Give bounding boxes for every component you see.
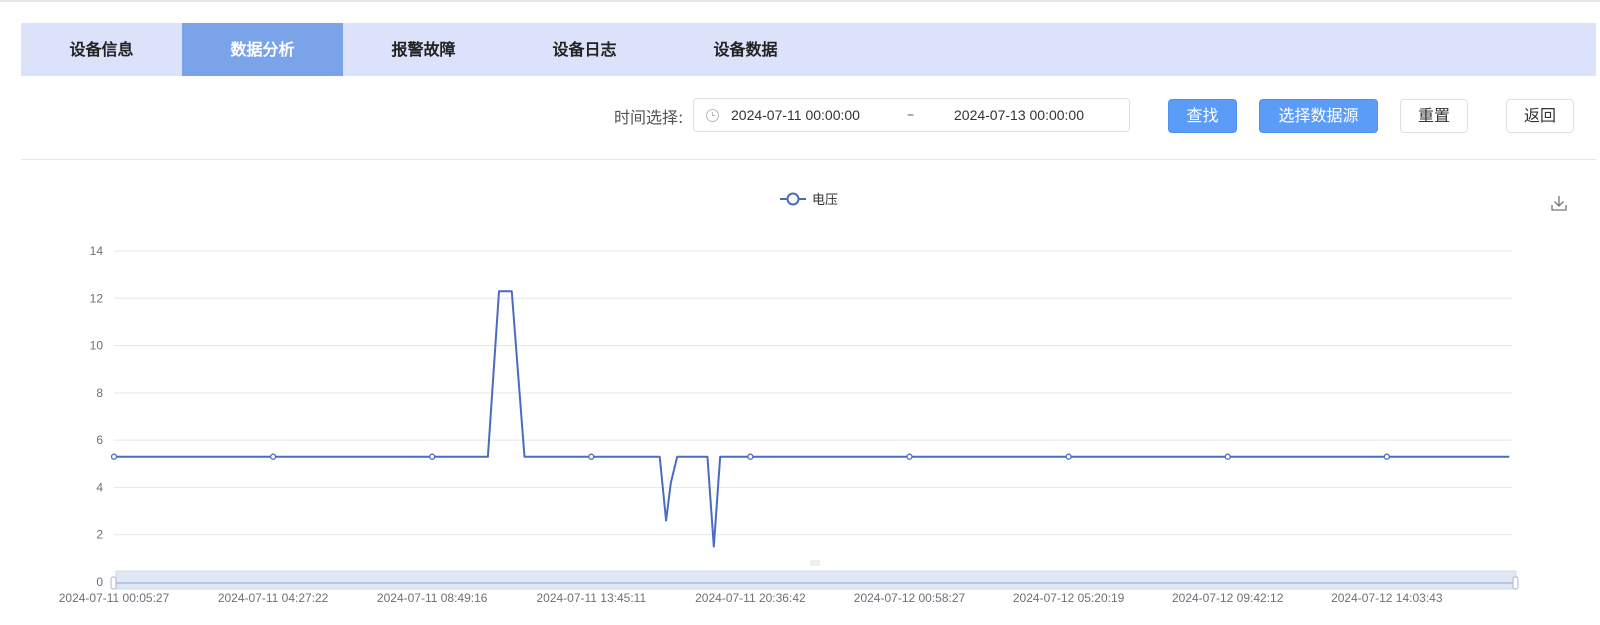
search-button[interactable]: 查找 [1168, 99, 1237, 133]
data-point [110, 453, 118, 460]
range-separator: – [907, 107, 914, 123]
data-point [1065, 453, 1072, 460]
x-tick-label: 2024-07-12 14:03:43 [1331, 591, 1443, 605]
y-tick-label: 0 [96, 575, 103, 589]
voltage-line-chart: 电压 0 2 4 6 8 10 12 14 2024-07-11 00:05:27 2024-0… [59, 192, 1519, 605]
select-data-source-button[interactable]: 选择数据源 [1259, 99, 1378, 133]
data-point [269, 453, 277, 460]
x-tick-label: 2024-07-12 00:58:27 [854, 591, 966, 605]
data-point [1383, 453, 1390, 460]
reset-button[interactable]: 重置 [1400, 99, 1468, 133]
zoom-slider [115, 570, 1517, 590]
zoom-handle-left [110, 576, 117, 590]
data-point [429, 453, 436, 460]
data-point [588, 453, 595, 460]
y-tick-label: 2 [96, 528, 103, 542]
x-tick-label: 2024-07-11 13:45:11 [536, 591, 646, 605]
x-tick-label: 2024-07-11 08:49:16 [377, 591, 488, 605]
x-tick-label: 2024-07-11 20:36:42 [695, 591, 806, 605]
y-tick-label: 8 [96, 386, 103, 400]
x-tick-label: 2024-07-12 09:42:12 [1172, 591, 1284, 605]
tab-device-data[interactable]: 设备数据 [665, 23, 826, 76]
top-border [0, 0, 1600, 4]
y-tick-label: 6 [96, 433, 103, 447]
chart-legend[interactable]: 电压 [780, 192, 838, 207]
tab-bar: 设备信息 数据分析 报警故障 设备日志 设备数据 [21, 23, 1596, 76]
back-button[interactable]: 返回 [1506, 99, 1574, 133]
filter-toolbar: 时间选择: 2024-07-11 00:00:00 – 2024-07-13 0… [0, 96, 1600, 136]
range-end-input[interactable]: 2024-07-13 00:00:00 [954, 107, 1084, 123]
y-tick-label: 12 [90, 291, 104, 305]
tab-device-info[interactable]: 设备信息 [21, 23, 182, 76]
x-tick-label: 2024-07-12 05:20:19 [1013, 591, 1125, 605]
x-tick-label: 2024-07-11 04:27:22 [218, 591, 329, 605]
tab-alarm-fault[interactable]: 报警故障 [343, 23, 504, 76]
time-select-label: 时间选择: [614, 108, 684, 127]
zoom-handle-right [1512, 576, 1519, 590]
zoom-grip [810, 560, 820, 566]
data-point [1224, 453, 1231, 460]
series-line-voltage [114, 290, 1510, 548]
legend-label: 电压 [812, 192, 838, 207]
date-range-picker[interactable]: 2024-07-11 00:00:00 – 2024-07-13 00:00:0… [693, 98, 1130, 132]
y-tick-label: 4 [96, 480, 103, 494]
data-point [747, 453, 754, 460]
x-tick-label: 2024-07-11 00:05:27 [59, 591, 170, 605]
y-tick-label: 10 [90, 339, 104, 353]
tab-device-log[interactable]: 设备日志 [504, 23, 665, 76]
y-tick-label: 14 [90, 244, 104, 258]
legend-marker [786, 192, 800, 206]
range-start-input[interactable]: 2024-07-11 00:00:00 [731, 107, 860, 123]
clock-icon [706, 109, 719, 122]
tab-data-analysis[interactable]: 数据分析 [182, 23, 343, 76]
data-point [906, 453, 913, 460]
